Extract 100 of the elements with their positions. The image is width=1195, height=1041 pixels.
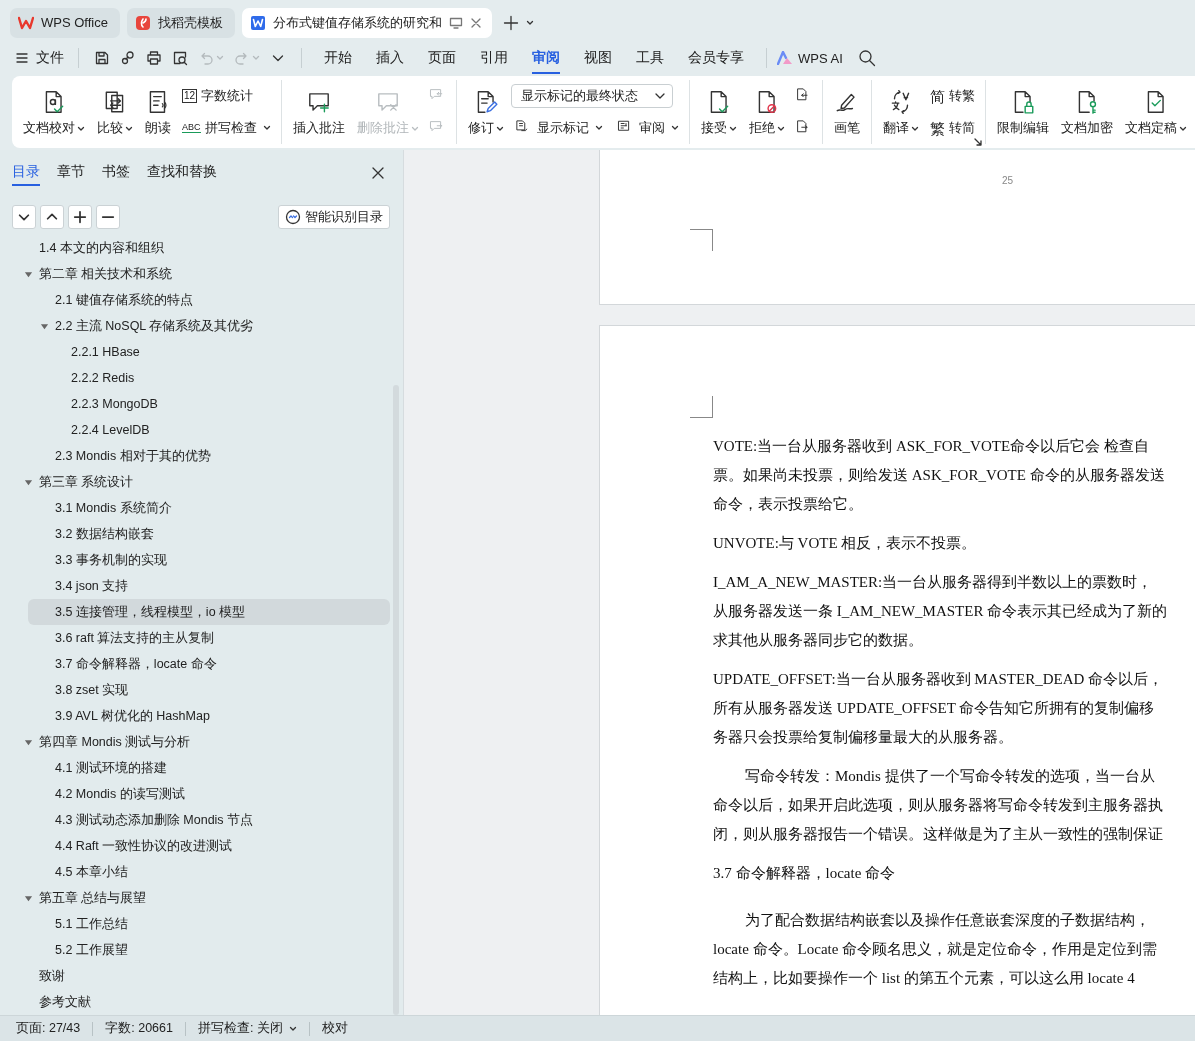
pen-button[interactable]: 画笔 bbox=[828, 85, 865, 139]
w-logo-icon bbox=[18, 14, 34, 31]
toc-item[interactable]: 3.1 Mondis 系统简介 bbox=[0, 495, 390, 521]
panel-tab[interactable]: 查找和替换 bbox=[147, 160, 217, 186]
search-icon bbox=[857, 49, 876, 67]
smart-recognition-icon bbox=[285, 209, 301, 225]
track-changes-button[interactable]: 修订 bbox=[462, 85, 509, 139]
toc-item[interactable]: 5.1 工作总结 bbox=[0, 911, 390, 937]
paragraph: 为了配合数据结构嵌套以及操作任意嵌套深度的子数据结构， locate 命令。Locate 命令顾名思义，就是定位命令，作用是定位到需 结构上，比如要操作一个 list 的第五个元素，可以这么用 locate 4 bbox=[713, 911, 1159, 988]
app-tab[interactable]: WPS Office bbox=[10, 7, 120, 38]
ribbon-tab[interactable]: 视图 bbox=[584, 42, 612, 74]
ai-button[interactable]: WPS AI bbox=[777, 50, 843, 66]
toc-item[interactable]: 2.2 主流 NoSQL 存储系统及其优劣 bbox=[0, 313, 390, 339]
new-tab-button[interactable] bbox=[502, 14, 519, 31]
collapse-up-button[interactable] bbox=[40, 205, 64, 229]
restrict-editing-button[interactable]: 限制编辑 bbox=[991, 85, 1054, 139]
paragraph: I_AM_A_NEW_MASTER:当一台从服务器得到半数以上的票数时， 从服务器发送一条 I_AM_NEW_MASTER 命令表示其已经成为了新的 求其他从服务器同步它的数据。 bbox=[713, 573, 1169, 650]
panel-tab[interactable]: 章节 bbox=[57, 160, 85, 186]
convert-to-simplified-button[interactable]: 繁 转简 bbox=[925, 116, 979, 140]
caret-icon bbox=[252, 54, 260, 62]
file-menu[interactable]: 文件 bbox=[16, 49, 64, 67]
corner-arrow-icon bbox=[973, 138, 982, 146]
caret-icon bbox=[288, 1024, 297, 1033]
app-tab[interactable]: 找稻壳模板 bbox=[126, 7, 235, 38]
toc-item[interactable]: 2.3 Mondis 相对于其的优势 bbox=[0, 443, 390, 469]
toc-item[interactable]: 3.9 AVL 树优化的 HashMap bbox=[0, 703, 390, 729]
chapter-item[interactable]: 第五章 总结与展望 bbox=[0, 885, 390, 911]
ribbon-tab[interactable]: 工具 bbox=[636, 42, 664, 74]
close-panel-button[interactable] bbox=[371, 166, 385, 180]
toc-item[interactable]: 4.4 Raft 一致性协议的改进测试 bbox=[0, 833, 390, 859]
toc-item[interactable]: 5.2 工作展望 bbox=[0, 937, 390, 963]
ribbon-tab[interactable]: 会员专享 bbox=[688, 42, 744, 74]
dialog-launcher-button[interactable] bbox=[973, 138, 982, 146]
markup-view-dropdown[interactable]: 显示标记的最终状态 bbox=[510, 84, 673, 108]
proofread-status-button[interactable]: 校对 bbox=[321, 1020, 348, 1037]
encrypt-document-button[interactable]: 文档加密 bbox=[1055, 85, 1118, 139]
toc-item[interactable]: 3.6 raft 算法支持的主从复制 bbox=[0, 625, 390, 651]
toc-item[interactable]: 4.5 本章小结 bbox=[0, 859, 390, 885]
toc-item[interactable]: 2.2.1 HBase bbox=[0, 339, 390, 365]
toc-item[interactable]: 2.2.3 MongoDB bbox=[0, 391, 390, 417]
plus-icon bbox=[73, 210, 87, 224]
chapter-item[interactable]: 第三章 系统设计 bbox=[0, 469, 390, 495]
panel-tab[interactable]: 书签 bbox=[102, 160, 130, 186]
toc-item[interactable]: 3.8 zset 实现 bbox=[0, 677, 390, 703]
toc-item[interactable]: 4.2 Mondis 的读写测试 bbox=[0, 781, 390, 807]
translate-button[interactable]: 翻译 bbox=[877, 85, 924, 139]
toc-item[interactable]: 4.1 测试环境的搭建 bbox=[0, 755, 390, 781]
toc-item[interactable]: 2.1 键值存储系统的特点 bbox=[0, 287, 390, 313]
toc-item[interactable]: 4.3 测试动态添加删除 Mondis 节点 bbox=[0, 807, 390, 833]
status-text: 字数: 20661 bbox=[105, 1020, 173, 1037]
proofread-button[interactable]: 文档校对 bbox=[18, 85, 90, 139]
caret-icon bbox=[525, 18, 534, 27]
toc-item[interactable]: 2.2.4 LevelDB bbox=[0, 417, 390, 443]
spell-check-button[interactable]: ABC 拼写检查 bbox=[178, 116, 275, 140]
margin-mark bbox=[690, 229, 713, 251]
reject-button[interactable]: 拒绝 bbox=[743, 85, 790, 139]
chapter-item[interactable]: 第二章 相关技术和系统 bbox=[0, 261, 390, 287]
ribbon-tab[interactable]: 审阅 bbox=[532, 42, 560, 74]
panel-tab[interactable]: 目录 bbox=[12, 160, 40, 186]
convert-to-traditional-button[interactable]: 简 转繁 bbox=[925, 84, 979, 108]
preview-icon bbox=[172, 50, 188, 66]
app-tab[interactable]: 分布式键值存储系统的研究和 bbox=[241, 7, 492, 38]
toc-item[interactable]: 2.2.2 Redis bbox=[0, 365, 390, 391]
close-icon bbox=[469, 16, 482, 29]
smart-toc-button[interactable]: 智能识别目录 bbox=[278, 205, 390, 229]
status-text: 页面: 27/43 bbox=[16, 1020, 81, 1037]
toc-item[interactable]: 致谢 bbox=[0, 963, 390, 989]
review-pane-button[interactable]: 审阅 bbox=[612, 116, 683, 140]
compare-button[interactable]: 比较 bbox=[92, 85, 138, 139]
accept-button[interactable]: 接受 bbox=[695, 85, 742, 139]
toc-item[interactable]: 3.5 连接管理，线程模型，io 模型 bbox=[28, 599, 390, 625]
ribbon-tab[interactable]: 引用 bbox=[480, 42, 508, 74]
spell-check-status-dropdown[interactable]: 拼写检查: 关闭 bbox=[197, 1020, 297, 1037]
finalize-document-button[interactable]: 文档定稿 bbox=[1119, 85, 1192, 139]
paragraph: UNVOTE:与 VOTE 相反，表示不投票。 bbox=[713, 534, 978, 553]
ribbon-tab[interactable]: 页面 bbox=[428, 42, 456, 74]
plus-icon bbox=[502, 14, 519, 31]
ribbon-tab[interactable]: 插入 bbox=[376, 42, 404, 74]
ribbon-tab[interactable]: 开始 bbox=[324, 42, 352, 74]
toc-item[interactable]: 3.2 数据结构嵌套 bbox=[0, 521, 390, 547]
toc-item[interactable]: 3.7 命令解释器，locate 命令 bbox=[0, 651, 390, 677]
toc-item[interactable]: 3.4 json 支持 bbox=[0, 573, 390, 599]
add-heading-button[interactable] bbox=[68, 205, 92, 229]
paragraph: 写命令转发：Mondis 提供了一个写命令转发的选项，当一台从 命令以后，如果开启此选项，则从服务器将写命令转发到主服务器执 闭，则从服务器报告一个错误。这样做是为了主从一致性的强制保证 bbox=[713, 767, 1164, 844]
remove-heading-button[interactable] bbox=[96, 205, 120, 229]
chapter-item[interactable]: 第四章 Mondis 测试与分析 bbox=[0, 729, 390, 755]
link-icon bbox=[120, 50, 136, 66]
paragraph: VOTE:当一台从服务器收到 ASK_FOR_VOTE命令以后它会 检查自 票。如果尚未投票，则给发送 ASK_FOR_VOTE 命令的从服务器发送 命令，表示投票给它。 bbox=[713, 437, 1166, 514]
ai-logo-icon bbox=[777, 51, 793, 65]
save-icon bbox=[94, 50, 110, 66]
toc-item[interactable]: 3.3 事务机制的实现 bbox=[0, 547, 390, 573]
insert-comment-button[interactable]: 插入批注 bbox=[287, 85, 350, 139]
toc-item[interactable]: 参考文献 bbox=[0, 989, 390, 1015]
toc-item[interactable]: 1.4 本文的内容和组织 bbox=[0, 235, 390, 261]
show-markup-button[interactable]: 显示标记 bbox=[510, 116, 607, 140]
word-count-button[interactable]: 12 字数统计 bbox=[178, 84, 258, 108]
read-aloud-button[interactable]: 朗读 bbox=[140, 85, 176, 139]
page-number: 25 bbox=[1002, 175, 1014, 186]
expand-down-button[interactable] bbox=[12, 205, 36, 229]
leaf-logo-icon bbox=[134, 14, 151, 31]
